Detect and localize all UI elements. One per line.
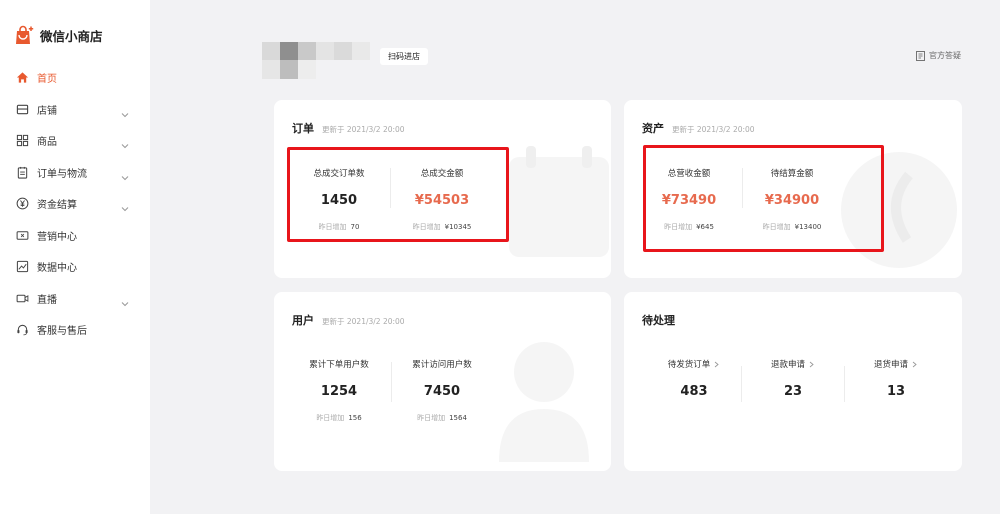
sidebar-item-service[interactable]: 客服与售后 [0,314,150,346]
user-watermark-icon [499,342,589,462]
metric-label: 累计下单用户数 [309,360,369,370]
sidebar-item-home[interactable]: 首页 [0,62,150,94]
pending-title: 待处理 [642,312,675,328]
assets-title: 资产 更新于 2021/3/2 20:00 [642,120,755,136]
sidebar-item-funds[interactable]: 资金结算 [0,188,150,220]
store-avatar-pixelated [262,42,370,79]
metric-value: 1254 [320,384,358,399]
highlight-box-assets [643,145,884,252]
home-icon [16,71,29,84]
todo-value: 13 [886,384,906,399]
sidebar-item-label: 客服与售后 [37,326,87,338]
chevron-right-icon [714,361,719,367]
sidebar-item-label: 首页 [37,74,57,86]
metric-yesterday: 昨日增加 156 [316,414,362,422]
sidebar-item-label: 直播 [37,294,57,306]
metric-yesterday: 昨日增加 1564 [417,414,467,422]
clipboard-icon [16,166,29,179]
coupon-icon [16,229,29,242]
sidebar-item-data[interactable]: 数据中心 [0,251,150,283]
sidebar-item-marketing[interactable]: 营销中心 [0,220,150,252]
brand-name: 微信小商店 [40,28,103,44]
divider [741,366,742,402]
headset-icon [16,323,29,336]
sidebar-item-label: 资金结算 [37,200,77,212]
chart-icon [16,260,29,273]
metric-value: 7450 [423,384,461,399]
divider [844,366,845,402]
cumulative-buyers-metric[interactable]: 累计下单用户数 1254 昨日增加 156 [289,358,389,423]
chevron-right-icon [912,361,917,367]
chevron-down-icon [120,136,130,149]
assets-title-text: 资产 [642,122,664,135]
document-icon [916,50,925,61]
store-icon [16,103,29,116]
sidebar-item-label: 营销中心 [37,231,77,243]
sidebar-item-label: 店铺 [37,105,57,117]
calendar-watermark-icon [509,146,609,257]
users-title-text: 用户 [292,314,314,327]
cumulative-visitors-metric[interactable]: 累计访问用户数 7450 昨日增加 1564 [392,358,492,423]
todo-value: 23 [783,384,803,399]
sidebar: 微信小商店 首页 店铺 商品 订单与物流 资金结算 营销中心 数据中心 直播 客… [0,0,150,514]
official-help-link[interactable]: 官方答疑 [916,50,961,61]
grid-icon [16,134,29,147]
sidebar-item-orders[interactable]: 订单与物流 [0,157,150,189]
brand[interactable]: 微信小商店 [14,25,103,45]
chevron-right-icon [809,361,814,367]
sidebar-item-label: 数据中心 [37,263,77,275]
chevron-down-icon [120,168,130,180]
orders-title-text: 订单 [292,122,314,135]
todo-label: 退款申请 [743,358,843,370]
video-icon [16,292,29,305]
sidebar-item-store[interactable]: 店铺 [0,94,150,126]
metric-label: 累计访问用户数 [412,360,472,370]
assets-updated-time: 更新于 2021/3/2 20:00 [672,125,755,134]
sidebar-item-live[interactable]: 直播 [0,283,150,315]
users-updated-time: 更新于 2021/3/2 20:00 [322,317,405,326]
todo-value: 483 [680,384,708,399]
sidebar-item-products[interactable]: 商品 [0,125,150,157]
orders-updated-time: 更新于 2021/3/2 20:00 [322,125,405,134]
users-title: 用户 更新于 2021/3/2 20:00 [292,312,405,328]
chevron-down-icon [120,199,130,212]
pending-card: 待处理 待发货订单 483 退款申请 23 退货申请 13 [624,292,962,471]
refund-request-item[interactable]: 退款申请 23 [743,358,843,399]
chevron-down-icon [120,105,130,117]
yuan-icon [16,197,29,210]
todo-label: 退货申请 [846,358,946,370]
todo-label: 待发货订单 [644,358,744,370]
users-card: 用户 更新于 2021/3/2 20:00 累计下单用户数 1254 昨日增加 1… [274,292,611,471]
official-help-label: 官方答疑 [929,51,961,60]
orders-title: 订单 更新于 2021/3/2 20:00 [292,120,405,136]
sidebar-item-label: 订单与物流 [37,168,87,180]
pending-shipment-item[interactable]: 待发货订单 483 [644,358,744,399]
scan-to-enter-store-button[interactable]: 扫码进店 [380,48,428,65]
sidebar-nav: 首页 店铺 商品 订单与物流 资金结算 营销中心 数据中心 直播 客服与售后 [0,62,150,346]
pending-title-text: 待处理 [642,314,675,327]
chevron-down-icon [120,294,130,306]
shop-bag-logo-icon [16,25,34,44]
highlight-box-orders [287,147,509,242]
sidebar-item-label: 商品 [37,137,57,149]
return-request-item[interactable]: 退货申请 13 [846,358,946,399]
